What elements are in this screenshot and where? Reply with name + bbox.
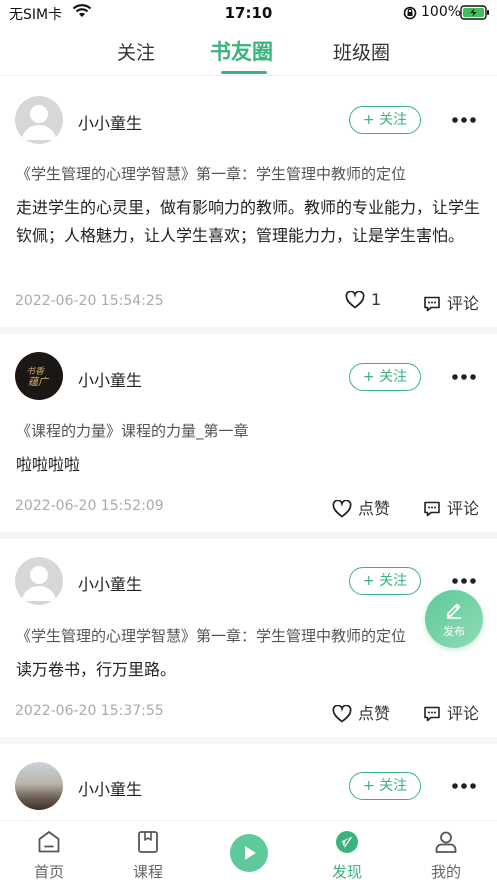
post-timestamp: 2022-06-20 15:37:55 (15, 703, 164, 719)
nav-discover[interactable]: 发现 (317, 829, 377, 882)
tab-book-circle[interactable]: 书友圈 (210, 36, 273, 66)
comment-icon (424, 706, 440, 722)
like-label: 点赞 (358, 704, 391, 723)
avatar[interactable] (15, 762, 63, 810)
bottom-nav: 首页 课程 发现 我的 (0, 820, 497, 883)
comment-button[interactable]: 评论 (423, 495, 479, 519)
follow-button[interactable]: + 关注 (349, 363, 421, 391)
comment-icon (424, 296, 440, 312)
like-button[interactable]: 点赞 (332, 495, 390, 519)
post-content: 读万卷书，行万里路。 (16, 660, 177, 679)
ellipsis-icon[interactable] (452, 369, 476, 389)
follow-button[interactable]: + 关注 (349, 106, 421, 134)
avatar-text: 书香 (26, 366, 45, 377)
comment-label: 评论 (447, 499, 480, 518)
publish-label: 发布 (443, 625, 465, 638)
avatar[interactable]: 书香 蕴广 (15, 352, 63, 400)
heart-icon (332, 499, 352, 518)
battery-icon (460, 5, 490, 24)
comment-button[interactable]: 评论 (423, 700, 479, 724)
tab-active-indicator (221, 71, 267, 74)
like-button[interactable]: 1 (345, 290, 381, 309)
nav-mine-label: 我的 (430, 863, 461, 881)
tab-class-circle[interactable]: 班级圈 (333, 38, 390, 65)
like-label: 点赞 (358, 499, 391, 518)
comment-label: 评论 (447, 294, 480, 313)
post-card: 小小童生 + 关注 《学生管理的心理学智慧》第一章：学生管理中教师的定位 读万卷… (0, 539, 497, 744)
ellipsis-icon[interactable] (452, 778, 476, 798)
play-button[interactable] (230, 834, 268, 872)
like-button[interactable]: 点赞 (332, 700, 390, 724)
nav-courses[interactable]: 课程 (118, 829, 178, 882)
post-username[interactable]: 小小童生 (78, 776, 142, 800)
follow-button[interactable]: + 关注 (349, 567, 421, 595)
default-avatar-icon[interactable] (15, 96, 63, 144)
comment-button[interactable]: 评论 (423, 290, 479, 314)
top-tab-bar: 关注 书友圈 班级圈 (0, 28, 497, 76)
heart-icon (332, 704, 352, 723)
nav-home[interactable]: 首页 (19, 829, 79, 882)
home-icon (38, 831, 60, 853)
status-bar: 无SIM卡 17:10 100% (0, 0, 497, 26)
post-book-chapter[interactable]: 《学生管理的心理学智慧》第一章：学生管理中教师的定位 (16, 163, 486, 184)
nav-courses-label: 课程 (132, 863, 163, 881)
comment-icon (424, 501, 440, 517)
post-card: 小小童生 + 关注 《学生管理的心理学智慧》第一章：学生管理中教师的定位 走进学… (0, 77, 497, 334)
heart-icon (345, 290, 365, 309)
book-icon (138, 831, 158, 853)
default-avatar-icon[interactable] (15, 557, 63, 605)
post-content: 啦啦啦啦 (16, 455, 81, 474)
post-book-chapter[interactable]: 《课程的力量》课程的力量_第一章 (16, 420, 486, 441)
post-username[interactable]: 小小童生 (78, 367, 142, 391)
compass-icon (336, 831, 358, 853)
avatar-text: 蕴广 (28, 376, 50, 388)
post-card: 小小童生 + 关注 (0, 744, 497, 820)
nav-home-label: 首页 (33, 863, 64, 881)
edit-pencil-icon (447, 603, 461, 619)
like-count: 1 (371, 290, 382, 309)
post-book-chapter[interactable]: 《学生管理的心理学智慧》第一章：学生管理中教师的定位 (16, 625, 486, 646)
nav-mine[interactable]: 我的 (416, 829, 476, 882)
post-content: 走进学生的心灵里，做有影响力的教师。教师的专业能力，让学生钦佩；人格魅力，让人学… (16, 198, 481, 245)
publish-fab[interactable]: 发布 (425, 590, 483, 648)
post-username[interactable]: 小小童生 (78, 110, 142, 134)
post-card: 书香 蕴广 小小童生 + 关注 《课程的力量》课程的力量_第一章 啦啦啦啦 20… (0, 334, 497, 539)
tab-following[interactable]: 关注 (117, 38, 155, 65)
post-timestamp: 2022-06-20 15:54:25 (15, 293, 164, 309)
rotation-lock-icon (403, 5, 417, 24)
play-icon (245, 846, 256, 860)
battery-percent: 100% (421, 4, 462, 20)
nav-discover-label: 发现 (331, 863, 362, 881)
post-timestamp: 2022-06-20 15:52:09 (15, 498, 164, 514)
user-icon (435, 831, 457, 853)
comment-label: 评论 (447, 704, 480, 723)
ellipsis-icon[interactable] (452, 112, 476, 132)
follow-button[interactable]: + 关注 (349, 772, 421, 800)
post-username[interactable]: 小小童生 (78, 571, 142, 595)
